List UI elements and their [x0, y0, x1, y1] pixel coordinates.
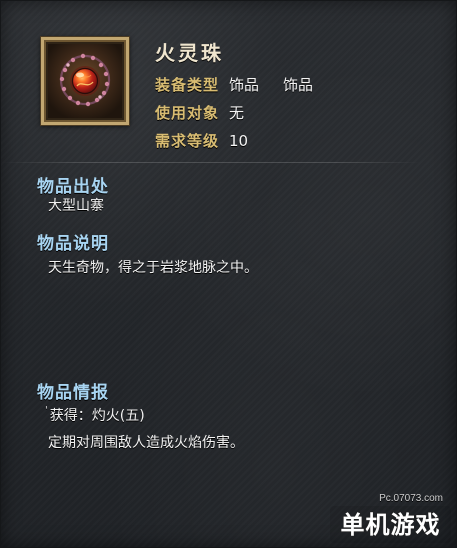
required-level-value: 10 — [229, 132, 249, 150]
item-info-line-1-text: 获得：灼火(五) — [49, 408, 145, 424]
use-target-row: 使用对象无 — [155, 104, 244, 122]
fire-spirit-bead-necklace-icon — [48, 44, 122, 118]
watermark-brand-text: 单机游戏 — [341, 511, 441, 539]
item-info-title: 物品情报 — [37, 383, 109, 403]
required-level-row: 需求等级 10 — [155, 132, 248, 150]
item-description-title: 物品说明 — [37, 234, 109, 254]
item-source-text: 大型山寨 — [48, 198, 104, 214]
item-tooltip: 火灵珠 装备类型 饰品 饰品 使用对象无 需求等级 10 物品出处 大型山寨 物品说明… — [0, 0, 457, 548]
item-name: 火灵珠 — [155, 41, 224, 65]
item-info-line-1: ' 获得：灼火(五) — [45, 405, 145, 425]
equipment-type-row: 装备类型 饰品 饰品 — [155, 76, 313, 94]
section-divider — [1, 162, 421, 163]
use-target-label: 使用对象 — [155, 104, 220, 122]
item-source-title: 物品出处 — [37, 177, 109, 197]
item-info-line-2: 定期对周围敌人造成火焰伤害。 — [48, 435, 244, 451]
item-icon-frame — [41, 37, 129, 125]
use-target-value: 无 — [229, 104, 245, 122]
watermark-brand: 单机游戏 — [330, 506, 451, 543]
watermark-url: Pc.07073.com — [379, 493, 443, 504]
required-level-label: 需求等级 — [155, 132, 220, 150]
equipment-type-value-secondary: 饰品 — [283, 76, 314, 94]
bullet-mark: ' — [45, 405, 48, 416]
item-description-text: 天生奇物，得之于岩浆地脉之中。 — [48, 260, 258, 276]
equipment-type-value-primary: 饰品 — [229, 76, 260, 94]
equipment-type-label: 装备类型 — [155, 76, 220, 94]
